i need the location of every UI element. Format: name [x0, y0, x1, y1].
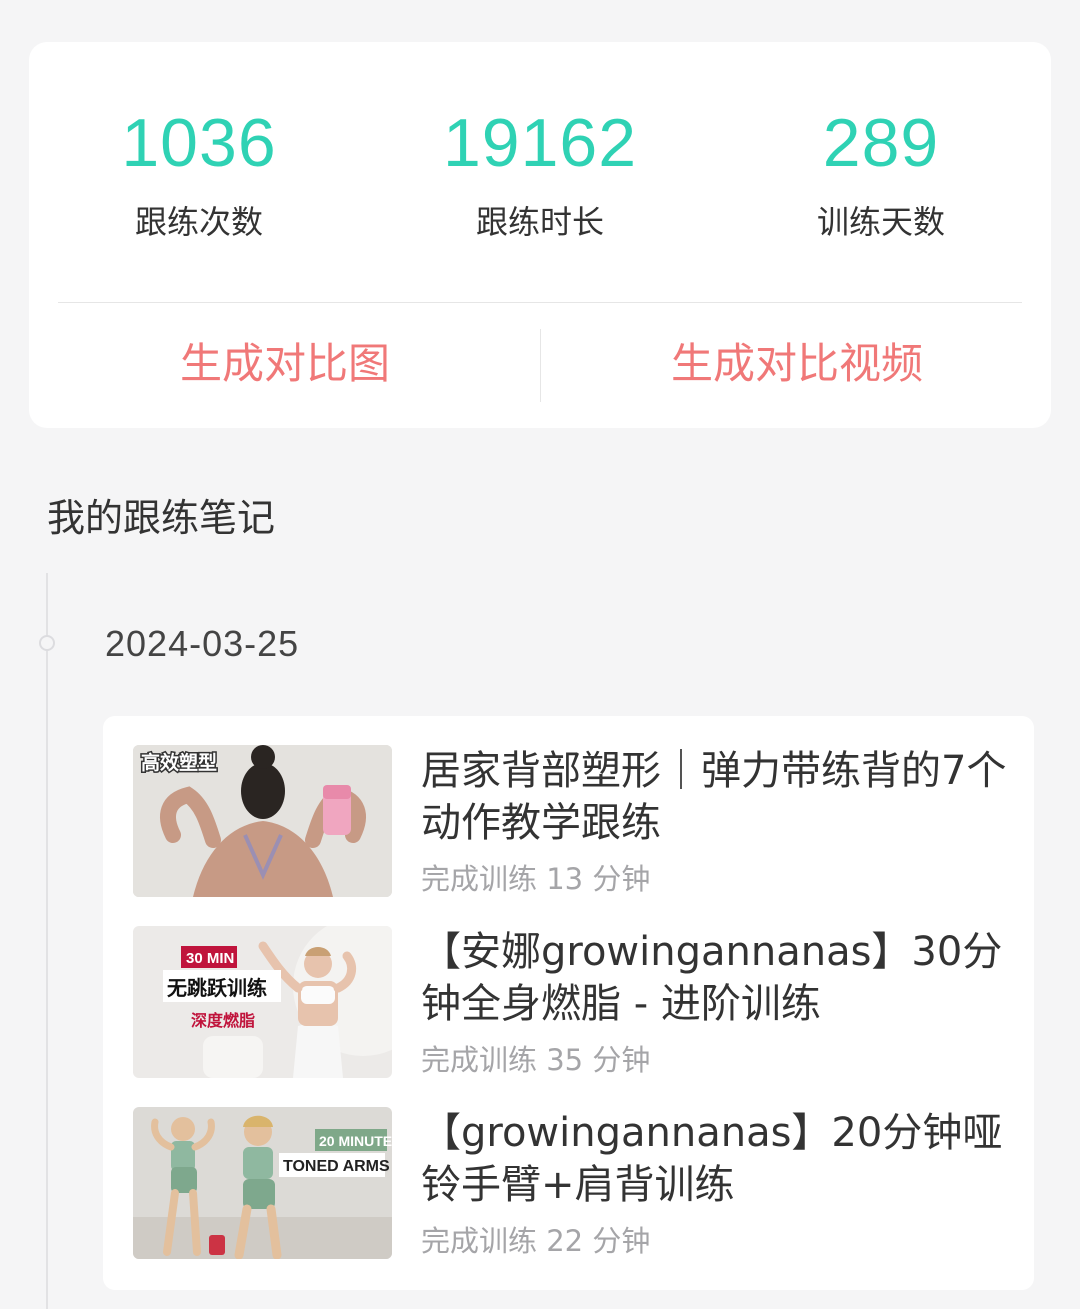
stat-value: 289 [822, 105, 940, 181]
thumb-text: 30 MIN [186, 950, 234, 967]
completion-text: 完成训练 13 分钟 [421, 862, 651, 896]
generate-compare-image-button[interactable]: 生成对比图 [49, 336, 521, 392]
stat-value: 1036 [121, 105, 277, 181]
divider [540, 329, 541, 402]
timeline-dot [39, 635, 55, 651]
video-title: 【安娜growingannanas】30分钟全身燃脂 - 进阶训练 [421, 929, 1003, 1027]
video-title: 【growingannanas】20分钟哑铃手臂+肩背训练 [421, 1110, 1003, 1208]
generate-compare-video-button[interactable]: 生成对比视频 [561, 336, 1033, 392]
divider [58, 302, 1022, 303]
thumb-text: 高效塑型 [141, 751, 217, 774]
video-thumbnail: 高效塑型 [133, 745, 392, 897]
stat-label: 训练天数 [816, 203, 945, 241]
completion-text: 完成训练 35 分钟 [421, 1043, 651, 1077]
stats-card: 1036 跟练次数 19162 跟练时长 289 训练天数 生成对比图 生成对比… [29, 42, 1051, 428]
stat-workout-count[interactable]: 1036 跟练次数 [49, 104, 349, 242]
list-item[interactable]: 20 MINUTE TONED ARMS 【growingannanas】20分… [133, 1107, 1013, 1259]
list-item[interactable]: 高效塑型 居家背部塑形｜弹力带练背的7个动作教学跟练 完成训练 13 分钟 [133, 745, 1013, 897]
list-item[interactable]: 30 MIN 无跳跃训练 深度燃脂 【安娜growingannanas】30分钟… [133, 926, 1013, 1078]
video-title: 居家背部塑形｜弹力带练背的7个动作教学跟练 [421, 748, 1007, 846]
thumb-text: TONED ARMS [283, 1158, 390, 1175]
workout-list-card: 高效塑型 居家背部塑形｜弹力带练背的7个动作教学跟练 完成训练 13 分钟 30… [103, 716, 1034, 1290]
stat-value: 19162 [442, 105, 638, 181]
stat-workout-duration[interactable]: 19162 跟练时长 [390, 104, 690, 242]
stat-label: 跟练次数 [134, 203, 263, 241]
stat-label: 跟练时长 [475, 203, 604, 241]
video-thumbnail: 30 MIN 无跳跃训练 深度燃脂 [133, 926, 392, 1078]
thumb-text: 深度燃脂 [191, 1011, 255, 1030]
thumb-text: 无跳跃训练 [167, 976, 267, 1000]
thumb-text: 20 MINUTE [319, 1133, 392, 1149]
video-thumbnail: 20 MINUTE TONED ARMS [133, 1107, 392, 1259]
section-title: 我的跟练笔记 [47, 496, 276, 540]
completion-text: 完成训练 22 分钟 [421, 1224, 651, 1258]
timeline-line [46, 573, 48, 1309]
stat-training-days[interactable]: 289 训练天数 [731, 104, 1031, 242]
entry-date: 2024-03-25 [105, 623, 300, 664]
